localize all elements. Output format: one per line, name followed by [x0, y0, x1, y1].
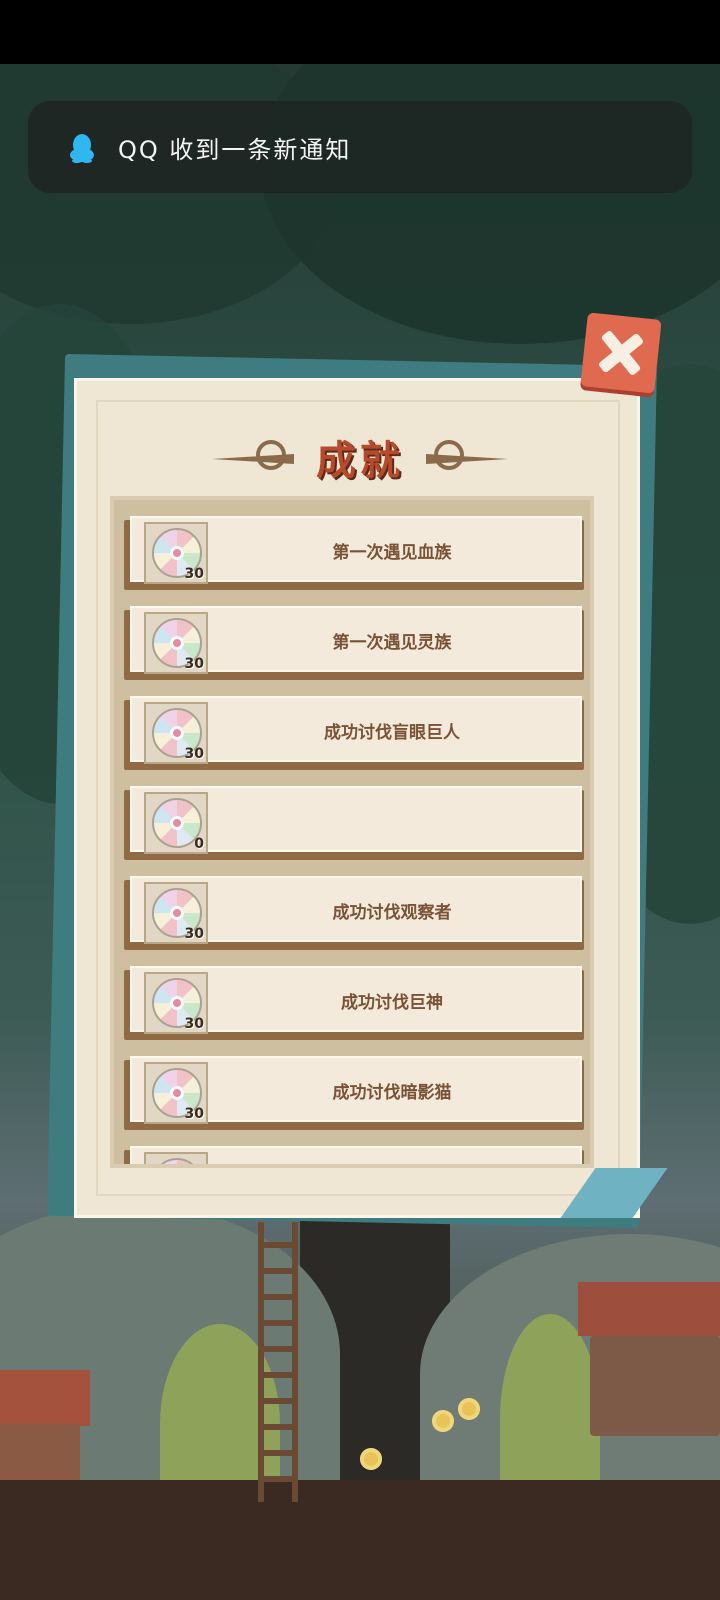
reward-slot: 30	[144, 1062, 208, 1124]
list-item[interactable]	[124, 1146, 584, 1164]
house-roof	[578, 1282, 720, 1336]
flower	[432, 1410, 454, 1432]
list-item[interactable]: 30 第一次遇见灵族	[124, 606, 584, 680]
flower	[458, 1398, 480, 1420]
achievement-label: 第一次遇见灵族	[332, 633, 452, 653]
achievement-card[interactable]: 30 成功讨伐观察者	[130, 876, 582, 944]
house-roof	[0, 1370, 90, 1426]
reward-slot: 30	[144, 882, 208, 944]
achievement-label: 成功讨伐暗影猫	[332, 1083, 452, 1103]
reward-count: 30	[184, 566, 204, 582]
list-item[interactable]: 30 成功讨伐巨神	[124, 966, 584, 1040]
reward-count: 30	[184, 746, 204, 762]
reward-slot: 30	[144, 972, 208, 1034]
ground	[0, 1480, 720, 1600]
close-button[interactable]	[580, 312, 662, 394]
achievement-card[interactable]: 30 第一次遇见灵族	[130, 606, 582, 674]
reward-slot: 30	[144, 522, 208, 584]
reward-slot: 30	[144, 702, 208, 764]
achievement-card[interactable]: 30 成功讨伐巨神	[130, 966, 582, 1034]
qq-penguin-icon	[70, 134, 94, 163]
reward-count: 30	[184, 1106, 204, 1122]
dialog-title-bar: 成就	[212, 428, 508, 488]
achievement-list[interactable]: 30 第一次遇见血族 30 第一次遇见灵族 30 成功讨伐盲眼巨人 0 30 成…	[110, 496, 594, 1168]
achievement-label: 成功讨伐巨神	[341, 993, 443, 1013]
list-item[interactable]: 0	[124, 786, 584, 860]
reward-slot: 0	[144, 792, 208, 854]
status-bar	[0, 0, 720, 64]
list-item[interactable]: 30 成功讨伐暗影猫	[124, 1056, 584, 1130]
achievement-card[interactable]	[130, 1146, 582, 1164]
achievement-card[interactable]: 0	[130, 786, 582, 854]
list-item[interactable]: 30 成功讨伐盲眼巨人	[124, 696, 584, 770]
rainbow-gem-icon	[152, 1158, 202, 1164]
list-item[interactable]: 30 第一次遇见血族	[124, 516, 584, 590]
reward-slot	[144, 1152, 208, 1164]
reward-count: 30	[184, 656, 204, 672]
achievement-label: 第一次遇见血族	[332, 543, 452, 563]
achievement-label: 成功讨伐盲眼巨人	[324, 723, 460, 743]
list-item[interactable]: 30 成功讨伐观察者	[124, 876, 584, 950]
ladder	[258, 1222, 298, 1502]
reward-count: 30	[184, 926, 204, 942]
achievement-card[interactable]: 30 成功讨伐盲眼巨人	[130, 696, 582, 764]
achievement-card[interactable]: 30 成功讨伐暗影猫	[130, 1056, 582, 1124]
notification-text: QQ 收到一条新通知	[118, 136, 352, 164]
reward-slot: 30	[144, 612, 208, 674]
house	[590, 1336, 720, 1436]
flower	[360, 1448, 382, 1470]
achievement-label: 成功讨伐观察者	[332, 903, 452, 923]
achievement-card[interactable]: 30 第一次遇见血族	[130, 516, 582, 584]
reward-count: 0	[194, 836, 204, 852]
reward-count: 30	[184, 1016, 204, 1032]
